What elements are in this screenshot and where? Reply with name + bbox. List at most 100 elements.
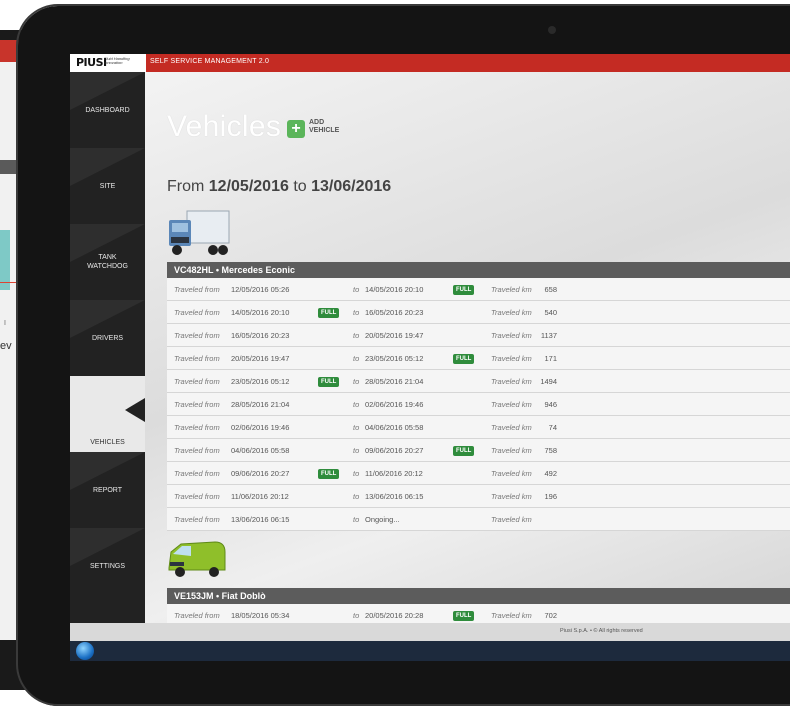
- main-content: Vehicles + ADD VEHICLE From 12/05/2016 t…: [145, 72, 790, 623]
- sidebar-item-label: DASHBOARD: [85, 106, 130, 114]
- add-vehicle-button[interactable]: +: [287, 120, 305, 138]
- from-datetime: 02/06/2016 19:46: [231, 423, 290, 432]
- app-topbar: PIUSI Fluid Handling Innovation SELF SER…: [70, 54, 790, 72]
- from-datetime: 04/06/2016 05:58: [231, 446, 290, 455]
- table-row[interactable]: Traveled from 28/05/2016 21:04 to 02/06/201…: [167, 393, 790, 416]
- from-datetime: 16/05/2016 20:23: [231, 331, 290, 340]
- from-datetime: 20/05/2016 19:47: [231, 354, 290, 363]
- to-label: to: [353, 423, 360, 432]
- app-title: SELF SERVICE MANAGEMENT 2.0: [150, 58, 270, 65]
- traveled-km-value: 658: [544, 285, 557, 294]
- traveled-from-label: Traveled from: [174, 308, 220, 317]
- sidebar-item-vehicles[interactable]: VEHICLES: [70, 376, 145, 452]
- sidebar-item-label: VEHICLES: [90, 438, 125, 446]
- table-row[interactable]: Traveled from 14/05/2016 20:10 FULL to 16/05…: [167, 301, 790, 324]
- traveled-km-label: Traveled km: [491, 611, 532, 620]
- background-small-text: I: [4, 320, 6, 327]
- sidebar-item-label: SETTINGS: [89, 562, 125, 570]
- sidebar-item-report[interactable]: REPORT: [70, 452, 145, 528]
- table-row[interactable]: Traveled from 16/05/2016 20:23 to 20/05/201…: [167, 324, 790, 347]
- sidebar-item-dashboard[interactable]: DASHBOARD: [70, 72, 145, 148]
- full-badge: FULL: [453, 611, 475, 621]
- table-row[interactable]: Traveled from 13/06/2016 06:15 to Ongoing..…: [167, 508, 790, 531]
- traveled-from-label: Traveled from: [174, 285, 220, 294]
- full-badge: FULL: [453, 354, 475, 364]
- table-row[interactable]: Traveled from 04/06/2016 05:58 to 09/06/201…: [167, 439, 790, 462]
- table-row[interactable]: Traveled from 23/05/2016 05:12 FULL to 28/05…: [167, 370, 790, 393]
- to-datetime: 16/05/2016 20:23: [365, 308, 424, 317]
- full-badge: FULL: [318, 308, 340, 318]
- to-label: to: [353, 611, 360, 620]
- to-label: to: [353, 446, 360, 455]
- traveled-km-value: 540: [544, 308, 557, 317]
- to-label: to: [353, 285, 360, 294]
- footer: Piusi S.p.A. • © All rights reserved: [70, 623, 790, 641]
- to-label: to: [353, 377, 360, 386]
- traveled-from-label: Traveled from: [174, 400, 220, 409]
- traveled-km-label: Traveled km: [491, 377, 532, 386]
- traveled-from-label: Traveled from: [174, 446, 220, 455]
- range-to: 13/06/2016: [311, 178, 392, 195]
- sidebar-item-label: REPORT: [92, 486, 123, 494]
- vehicle-header[interactable]: VE153JM • Fiat Doblò: [167, 588, 790, 604]
- to-datetime: 02/06/2016 19:46: [365, 400, 424, 409]
- from-datetime: 28/05/2016 21:04: [231, 400, 290, 409]
- from-datetime: 13/06/2016 06:15: [231, 515, 290, 524]
- footer-text: Piusi S.p.A. • © All rights reserved: [560, 628, 643, 634]
- to-datetime: 28/05/2016 21:04: [365, 377, 424, 386]
- table-row[interactable]: Traveled from 20/05/2016 19:47 to 23/05/201…: [167, 347, 790, 370]
- range-from: 12/05/2016: [208, 178, 289, 195]
- traveled-km-value: 171: [544, 354, 557, 363]
- table-row[interactable]: Traveled from 12/05/2016 05:26 to 14/05/201…: [167, 278, 790, 301]
- traveled-km-label: Traveled km: [491, 423, 532, 432]
- table-row[interactable]: Traveled from 02/06/2016 19:46 to 04/06/201…: [167, 416, 790, 439]
- full-badge: FULL: [453, 285, 475, 295]
- traveled-from-label: Traveled from: [174, 611, 220, 620]
- to-datetime: 14/05/2016 20:10: [365, 285, 424, 294]
- taskbar: [70, 641, 790, 661]
- to-datetime: Ongoing...: [365, 515, 400, 524]
- sidebar-item-label: DRIVERS: [91, 334, 124, 342]
- sidebar-item-tank-watchdog[interactable]: TANK WATCHDOG: [70, 224, 145, 300]
- to-label: to: [353, 308, 360, 317]
- table-row[interactable]: Traveled from 18/05/2016 05:34 to 20/05/201…: [167, 604, 790, 623]
- sidebar-item-site[interactable]: SITE: [70, 148, 145, 224]
- table-row[interactable]: Traveled from 09/06/2016 20:27 FULL to 11/06…: [167, 462, 790, 485]
- to-label: to: [353, 469, 360, 478]
- sidebar: DASHBOARD SITE TANK WATCHDOG DRIVERS VEH…: [70, 72, 145, 623]
- traveled-km-label: Traveled km: [491, 400, 532, 409]
- sidebar-item-settings[interactable]: SETTINGS: [70, 528, 145, 604]
- add-vehicle-label[interactable]: ADD VEHICLE: [309, 119, 339, 135]
- traveled-km-value: 196: [544, 492, 557, 501]
- traveled-km-label: Traveled km: [491, 331, 532, 340]
- traveled-km-label: Traveled km: [491, 446, 532, 455]
- to-label: to: [353, 400, 360, 409]
- to-datetime: 20/05/2016 20:28: [365, 611, 424, 620]
- from-datetime: 12/05/2016 05:26: [231, 285, 290, 294]
- vehicle-header[interactable]: VC482HL • Mercedes Econic: [167, 262, 790, 278]
- from-datetime: 09/06/2016 20:27: [231, 469, 290, 478]
- traveled-from-label: Traveled from: [174, 515, 220, 524]
- to-label: to: [353, 492, 360, 501]
- traveled-km-label: Traveled km: [491, 469, 532, 478]
- from-datetime: 18/05/2016 05:34: [231, 611, 290, 620]
- full-badge: FULL: [318, 377, 340, 387]
- van-icon: [168, 541, 226, 577]
- traveled-km-value: 492: [544, 469, 557, 478]
- traveled-from-label: Traveled from: [174, 377, 220, 386]
- to-datetime: 04/06/2016 05:58: [365, 423, 424, 432]
- traveled-km-label: Traveled km: [491, 354, 532, 363]
- from-datetime: 14/05/2016 20:10: [231, 308, 290, 317]
- to-label: to: [353, 515, 360, 524]
- logo[interactable]: PIUSI Fluid Handling Innovation: [70, 54, 146, 72]
- traveled-km-value: 1494: [540, 377, 557, 386]
- sidebar-item-drivers[interactable]: DRIVERS: [70, 300, 145, 376]
- start-button-icon[interactable]: [76, 642, 94, 660]
- vehicle-table: VE153JM • Fiat Doblò Traveled from 18/05/…: [167, 588, 790, 623]
- sidebar-item-label: SITE: [99, 182, 116, 190]
- traveled-from-label: Traveled from: [174, 492, 220, 501]
- to-datetime: 20/05/2016 19:47: [365, 331, 424, 340]
- logo-tagline: Fluid Handling Innovation: [104, 56, 130, 65]
- traveled-km-value: 74: [548, 423, 557, 432]
- table-row[interactable]: Traveled from 11/06/2016 20:12 to 13/06/201…: [167, 485, 790, 508]
